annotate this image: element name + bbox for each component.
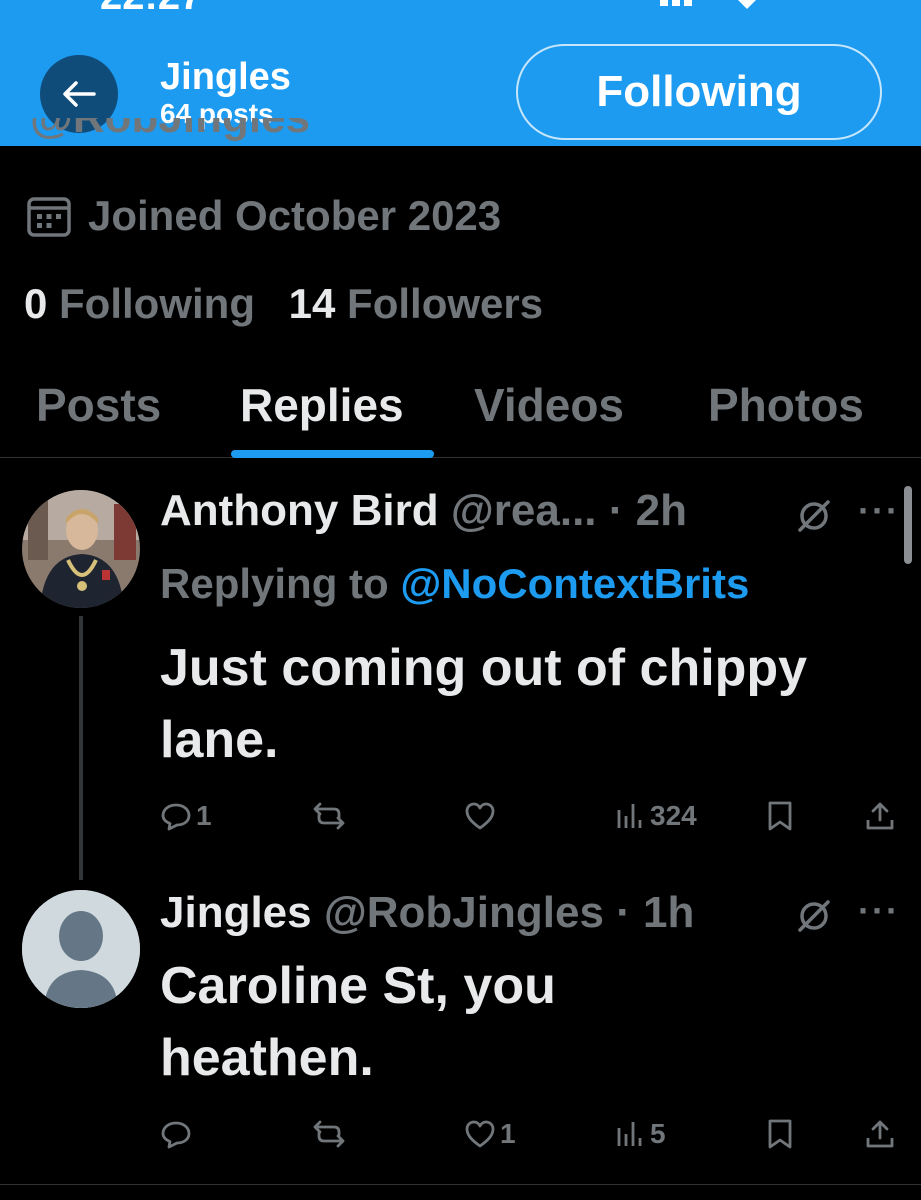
heart-icon: [465, 802, 495, 830]
views-count: 5: [650, 1118, 666, 1149]
replying-to: Replying to @NoContextBrits: [160, 560, 750, 607]
heart-icon: [465, 1120, 495, 1148]
grok-icon[interactable]: [794, 496, 834, 536]
share-button[interactable]: [864, 1118, 896, 1150]
views-button[interactable]: 5: [614, 1118, 666, 1150]
views-icon: [617, 804, 642, 828]
views-icon: [617, 1122, 642, 1146]
signal-icon: [660, 0, 668, 6]
share-icon: [866, 802, 894, 830]
replying-to-mention[interactable]: @NoContextBrits: [400, 560, 749, 607]
followers-count: 14: [288, 280, 336, 327]
tweet-author-name[interactable]: Anthony Bird: [160, 486, 439, 535]
tweet-header: Jingles @RobJingles · 1h: [160, 888, 695, 937]
reply-button[interactable]: 1: [160, 800, 212, 832]
grok-icon[interactable]: [794, 896, 834, 936]
tweet-author-name[interactable]: Jingles: [160, 888, 312, 937]
followers-label: Followers: [347, 280, 544, 327]
calendar-icon: [27, 197, 71, 237]
tweet-time[interactable]: 2h: [636, 486, 687, 535]
reply-count: 1: [196, 800, 212, 831]
following-label: Following: [59, 280, 255, 327]
retweet-icon: [313, 802, 345, 830]
tweet-time[interactable]: 1h: [643, 888, 694, 937]
avatar[interactable]: [22, 890, 140, 1008]
more-options-icon[interactable]: ···: [858, 490, 900, 532]
following-button[interactable]: Following: [516, 44, 882, 140]
tab-videos[interactable]: Videos: [474, 378, 624, 432]
tweet-actions: 1 5: [0, 1118, 921, 1158]
reply-button[interactable]: [160, 1118, 196, 1150]
scrollbar[interactable]: [904, 486, 912, 564]
status-time: 22:27: [100, 0, 202, 19]
share-button[interactable]: [864, 800, 896, 832]
tweet-actions: 1 324: [0, 800, 921, 840]
arrow-left-icon: [63, 81, 96, 107]
tweet-author-handle[interactable]: @rea...: [451, 486, 597, 535]
follow-counts: 0 Following 14 Followers: [24, 280, 565, 328]
wifi-icon: [730, 0, 764, 9]
profile-tabs: Posts Replies Videos Photos: [0, 370, 921, 458]
thread-line: [79, 616, 83, 880]
bookmark-icon: [768, 1119, 792, 1149]
like-count: 1: [500, 1118, 516, 1149]
tweet-author-handle[interactable]: @RobJingles: [324, 888, 604, 937]
profile-handle: @RobJingles: [30, 118, 310, 156]
reply-icon: [161, 1121, 191, 1149]
tab-replies[interactable]: Replies: [240, 378, 404, 432]
tab-photos[interactable]: Photos: [708, 378, 864, 432]
joined-text: Joined October 2023: [88, 192, 502, 239]
tab-posts[interactable]: Posts: [36, 378, 161, 432]
following-count: 0: [24, 280, 48, 327]
tweet-text: Just coming out of chippy lane.: [160, 639, 808, 769]
retweet-button[interactable]: [312, 800, 346, 832]
reply-icon: [161, 803, 191, 831]
divider: [0, 1184, 921, 1185]
avatar[interactable]: [22, 490, 140, 608]
retweet-icon: [313, 1120, 345, 1148]
bookmark-button[interactable]: [766, 800, 794, 832]
active-tab-indicator: [231, 450, 434, 458]
bookmark-icon: [768, 801, 792, 831]
views-count: 324: [650, 800, 697, 831]
following-link[interactable]: 0 Following: [24, 280, 289, 327]
share-icon: [866, 1120, 894, 1148]
default-avatar-icon: [22, 890, 140, 1008]
more-options-icon[interactable]: ···: [858, 890, 900, 932]
like-button[interactable]: 1: [464, 1118, 516, 1150]
tweet-header: Anthony Bird @rea... · 2h: [160, 486, 687, 535]
like-button[interactable]: [464, 800, 496, 832]
header-profile-name: Jingles: [160, 56, 291, 98]
joined-date: Joined October 2023: [26, 192, 501, 240]
retweet-button[interactable]: [312, 1118, 346, 1150]
views-button[interactable]: 324: [614, 800, 697, 832]
profile-photo: [22, 490, 140, 608]
bookmark-button[interactable]: [766, 1118, 794, 1150]
tweet-text: Caroline St, you heathen.: [160, 957, 556, 1087]
followers-link[interactable]: 14 Followers: [289, 280, 565, 327]
